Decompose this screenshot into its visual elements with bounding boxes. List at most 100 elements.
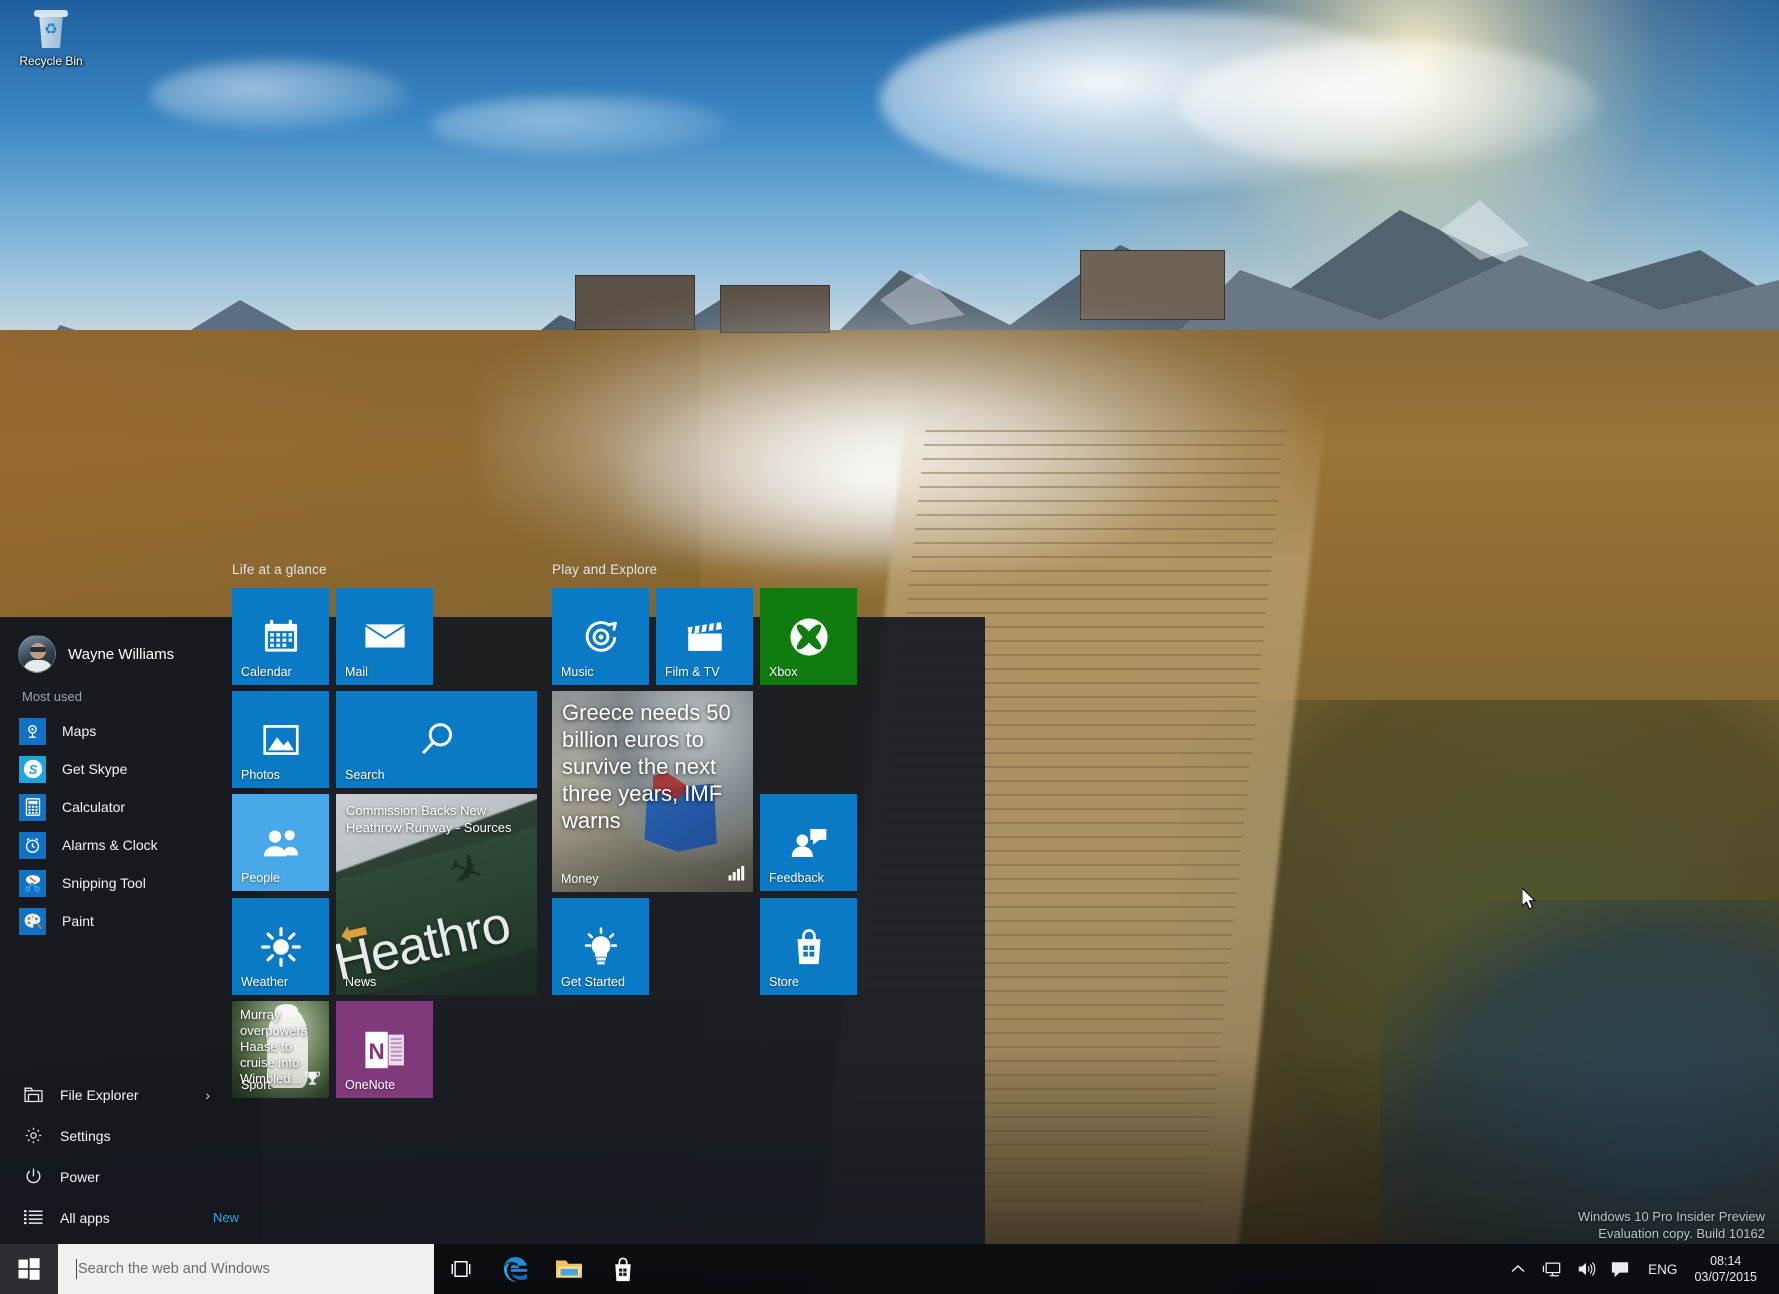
app-label: Get Skype	[62, 761, 128, 777]
wallpaper-cloud	[150, 60, 410, 130]
tile-xbox[interactable]: Xbox	[760, 588, 857, 685]
watermark-line-1: Windows 10 Pro Insider Preview	[1577, 1209, 1765, 1224]
maps-icon	[19, 717, 46, 745]
tile-people[interactable]: People	[232, 794, 329, 891]
app-item-snipping-tool[interactable]: Snipping Tool	[0, 864, 262, 902]
folder-icon	[22, 1084, 44, 1106]
search-placeholder: Search the web and Windows	[78, 1261, 270, 1277]
tile-get-started[interactable]: Get Started	[552, 898, 649, 995]
tile-film-tv[interactable]: Film & TV	[656, 588, 753, 685]
snipping-tool-icon	[19, 869, 46, 897]
start-button[interactable]	[0, 1244, 58, 1294]
user-account-button[interactable]: Wayne Williams	[0, 617, 262, 673]
app-label: Paint	[62, 913, 94, 929]
svg-text:S: S	[28, 762, 37, 777]
user-name: Wayne Williams	[68, 645, 175, 663]
list-icon	[22, 1207, 44, 1229]
tray-network[interactable]	[1535, 1244, 1569, 1294]
tile-label: Feedback	[769, 871, 824, 885]
taskbar-task-view-button[interactable]	[434, 1244, 488, 1294]
tile-label: Get Started	[561, 975, 625, 989]
tile-feedback[interactable]: Feedback	[760, 794, 857, 891]
start-menu-bottom-actions: File Explorer › Settings Power All apps …	[0, 1074, 262, 1244]
text-caret	[76, 1259, 77, 1279]
start-power[interactable]: Power	[0, 1156, 262, 1197]
chart-bars-icon	[728, 865, 745, 886]
trophy-icon	[304, 1070, 321, 1092]
tray-language-indicator[interactable]: ENG	[1637, 1244, 1688, 1294]
clock-time: 08:14	[1710, 1254, 1742, 1268]
taskbar-microsoft-edge-button[interactable]	[488, 1244, 542, 1294]
start-power-label: Power	[60, 1168, 100, 1185]
tile-money[interactable]: Greece needs 50 billion euros to survive…	[552, 691, 753, 892]
system-tray: ENG 08:14 03/07/2015	[1501, 1244, 1779, 1294]
start-menu-left-pane: Wayne Williams Most used Maps S Get Skyp…	[0, 617, 262, 1244]
taskbar-store-button[interactable]	[596, 1244, 650, 1294]
app-label: Maps	[62, 723, 97, 739]
tray-action-center[interactable]	[1603, 1244, 1637, 1294]
calculator-icon	[19, 793, 46, 821]
recycle-bin-icon: ♻	[29, 8, 73, 52]
shopping-bag-icon	[615, 1257, 631, 1281]
clock-date: 03/07/2015	[1694, 1270, 1757, 1284]
tile-label: Money	[561, 872, 599, 886]
start-file-explorer[interactable]: File Explorer ›	[0, 1074, 262, 1115]
speaker-icon	[1578, 1262, 1596, 1276]
most-used-label: Most used	[22, 689, 82, 704]
tile-group-title: Play and Explore	[552, 562, 658, 577]
start-file-explorer-label: File Explorer	[60, 1086, 139, 1103]
taskbar-search-box[interactable]: Search the web and Windows	[58, 1244, 434, 1294]
tile-label: Mail	[345, 665, 368, 679]
gear-icon	[22, 1125, 44, 1147]
tile-label: Search	[345, 768, 385, 782]
start-all-apps[interactable]: All apps New	[0, 1197, 262, 1238]
most-used-app-list: Maps S Get Skype Calculator Alarms & Clo…	[0, 712, 262, 940]
start-settings-label: Settings	[60, 1127, 111, 1144]
app-item-paint[interactable]: Paint	[0, 902, 262, 940]
app-label: Calculator	[62, 799, 126, 815]
skype-icon: S	[19, 755, 46, 783]
tray-show-hidden-icons[interactable]	[1501, 1244, 1535, 1294]
taskbar: Search the web and Windows ENG 08:14 03/…	[0, 1244, 1779, 1294]
money-headline: Greece needs 50 billion euros to survive…	[562, 700, 731, 833]
tile-photos[interactable]: Photos	[232, 691, 329, 788]
watermark-line-2: Evaluation copy. Build 10162	[1598, 1226, 1765, 1241]
tile-store[interactable]: Store	[760, 898, 857, 995]
tile-sport[interactable]: Murray overpowers Haase to cruise into W…	[232, 1001, 329, 1098]
app-item-maps[interactable]: Maps	[0, 712, 262, 750]
windows-watermark: Windows 10 Pro Insider Preview Evaluatio…	[1578, 1208, 1765, 1242]
desktop-icon-recycle-bin[interactable]: ♻ Recycle Bin	[8, 6, 94, 82]
network-monitor-icon	[1542, 1262, 1561, 1277]
tile-group-title: Life at a glance	[232, 562, 327, 577]
recycle-bin-label: Recycle Bin	[19, 54, 83, 68]
tile-label: Xbox	[769, 665, 798, 679]
tile-label: OneNote	[345, 1078, 396, 1092]
tile-weather[interactable]: Weather	[232, 898, 329, 995]
taskbar-file-explorer-button[interactable]	[542, 1244, 596, 1294]
tile-news[interactable]: ⬅ Heathro ✈ Commission Backs New Heathro…	[336, 794, 537, 995]
start-settings[interactable]: Settings	[0, 1115, 262, 1156]
tile-search[interactable]: Search	[336, 691, 537, 788]
tray-volume[interactable]	[1569, 1244, 1603, 1294]
app-item-alarms-clock[interactable]: Alarms & Clock	[0, 826, 262, 864]
tile-label: Film & TV	[665, 665, 720, 679]
tile-mail[interactable]: Mail	[336, 588, 433, 685]
chevron-right-icon: ›	[205, 1086, 210, 1103]
app-label: Snipping Tool	[62, 875, 146, 891]
edge-e-icon	[503, 1256, 527, 1282]
alarm-clock-icon	[19, 831, 46, 859]
tile-label: Calendar	[241, 665, 292, 679]
start-menu-tiles-pane: Life at a glance Calendar Mail Photos Se…	[232, 562, 985, 1244]
tile-calendar[interactable]: Calendar	[232, 588, 329, 685]
tile-music[interactable]: Music	[552, 588, 649, 685]
taskbar-clock[interactable]: 08:14 03/07/2015	[1688, 1244, 1771, 1294]
tile-label: People	[241, 871, 280, 885]
tile-label: Photos	[241, 768, 280, 782]
app-item-calculator[interactable]: Calculator	[0, 788, 262, 826]
tile-onenote[interactable]: N OneNote	[336, 1001, 433, 1098]
power-icon	[22, 1166, 44, 1188]
app-item-get-skype[interactable]: S Get Skype	[0, 750, 262, 788]
app-label: Alarms & Clock	[62, 837, 158, 853]
paint-icon	[19, 907, 46, 935]
wallpaper-cloud	[430, 95, 730, 155]
